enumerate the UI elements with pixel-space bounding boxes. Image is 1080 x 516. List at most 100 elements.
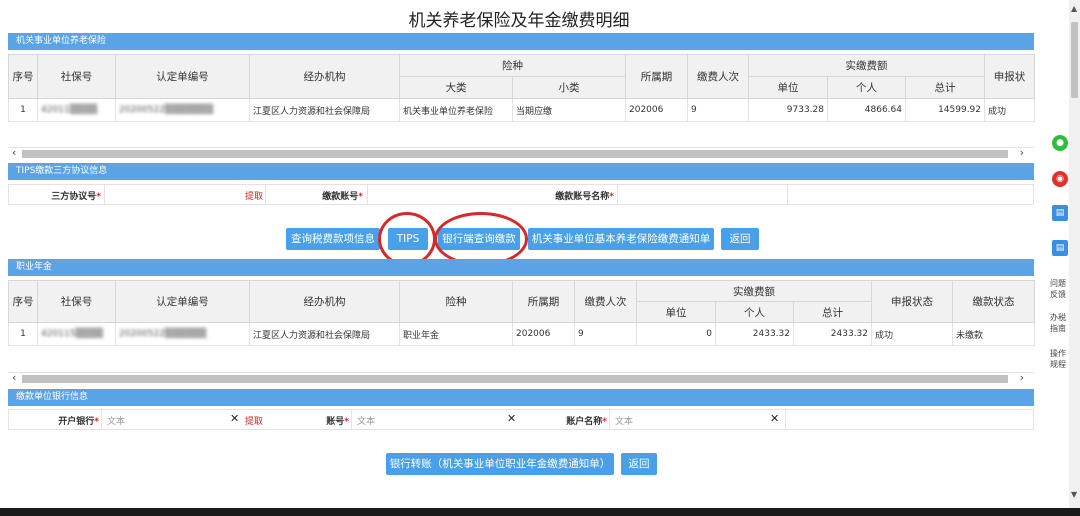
account-name-label: 缴款账号名称*	[555, 192, 614, 202]
cell-report: 成功	[984, 98, 1036, 122]
account-label: 缴款账号*	[322, 192, 363, 202]
cell-period: 202006	[625, 98, 688, 122]
cell-seq: 1	[8, 322, 38, 346]
col-seq: 序号	[8, 54, 38, 99]
cell-pay: 未缴款	[952, 322, 1036, 346]
section-title-pension: 机关事业单位养老保险	[8, 33, 1034, 50]
bank-fetch-link[interactable]: 提取	[245, 414, 263, 427]
tax-guide-link[interactable]: 办税指南	[1050, 312, 1066, 334]
tips-form-row: 三方协议号* 提取 缴款账号* 缴款账号名称*	[8, 184, 1034, 205]
clear-icon[interactable]: ✕	[507, 412, 516, 425]
bank-input[interactable]: 文本 ✕	[101, 410, 241, 429]
pension-table: 序号 社保号 认定单编号 经办机构 险种 所属期 缴费人次 实缴费额 申报状 大…	[8, 54, 1036, 122]
bank-form-row: 开户银行* 文本 ✕ 提取 账号* 文本 ✕ 账户名称* 文本 ✕	[8, 409, 1034, 430]
col-ssn: 社保号	[37, 280, 116, 323]
scroll-right-icon[interactable]: ›	[1020, 146, 1024, 159]
scroll-right-icon[interactable]: ›	[1020, 371, 1024, 384]
cell-cert: 20200522▒▒▒▒▒▒	[115, 322, 250, 346]
col-seq: 序号	[8, 280, 38, 323]
annuity-table: 序号 社保号 认定单编号 经办机构 险种 所属期 缴费人次 实缴费额 申报状态 …	[8, 280, 1036, 346]
section-title-tips: TIPS缴款三方协议信息	[8, 163, 1034, 180]
bank-account-label: 账号*	[326, 417, 349, 427]
vertical-scrollbar-thumb[interactable]	[1071, 22, 1078, 98]
col-pay: 缴款状态	[952, 280, 1036, 323]
scrollbar-thumb[interactable]	[22, 375, 1008, 383]
cell-insurance: 职业年金	[399, 322, 513, 346]
protocol-input[interactable]	[104, 185, 264, 204]
col-count: 缴费人次	[687, 54, 749, 99]
bank-transfer-button[interactable]: 银行转账（机关事业单位职业年金缴费通知单）	[386, 453, 614, 475]
col-actual: 实缴费额	[635, 280, 873, 302]
cell-agency: 江夏区人力资源和社会保障局	[249, 98, 400, 122]
weibo-icon[interactable]: ◉	[1052, 171, 1068, 187]
cell-cert: 20200522▒▒▒▒▒▒▒	[115, 98, 250, 122]
section-title-annuity: 职业年金	[8, 259, 1034, 276]
feedback-link[interactable]: 问题反馈	[1050, 278, 1066, 300]
operation-guide-link[interactable]: 操作规程	[1050, 348, 1066, 370]
col-insurance: 险种	[399, 54, 626, 77]
taskbar	[0, 508, 1080, 516]
table-row[interactable]: 1 420115▒▒▒▒ 20200522▒▒▒▒▒▒ 江夏区人力资源和社会保障…	[8, 322, 1036, 346]
cell-agency: 江夏区人力资源和社会保障局	[249, 322, 400, 346]
back-button-1[interactable]: 返回	[721, 228, 759, 250]
cell-minor: 当期应缴	[512, 98, 626, 122]
cell-period: 202006	[512, 322, 575, 346]
scroll-left-icon[interactable]: ‹	[12, 371, 16, 384]
back-button-2[interactable]: 返回	[621, 453, 657, 475]
section-title-bank: 缴款单位银行信息	[8, 389, 1034, 406]
red-circle-annotation	[378, 212, 436, 266]
protocol-label: 三方协议号*	[51, 192, 101, 202]
app-icon[interactable]: ▤	[1052, 205, 1068, 221]
clear-icon[interactable]: ✕	[770, 412, 779, 425]
cell-personal: 4866.64	[827, 98, 906, 122]
col-cert: 认定单编号	[115, 54, 250, 99]
col-period: 所属期	[625, 54, 688, 99]
bank-account-name-input[interactable]: 文本 ✕	[609, 410, 785, 429]
col-count: 缴费人次	[574, 280, 637, 323]
col-cert: 认定单编号	[115, 280, 250, 323]
cell-unit: 0	[636, 322, 716, 346]
col-agency: 经办机构	[249, 280, 400, 323]
horizontal-scrollbar[interactable]: ‹ ›	[8, 371, 1034, 385]
scroll-left-icon[interactable]: ‹	[12, 146, 16, 159]
page-title: 机关养老保险及年金缴费明细	[408, 11, 630, 31]
clear-icon[interactable]: ✕	[230, 412, 239, 425]
cell-personal: 2433.32	[715, 322, 794, 346]
cell-total: 14599.92	[904, 98, 986, 122]
wechat-icon[interactable]: ●	[1052, 135, 1068, 151]
scroll-down-icon[interactable]: ▼	[1071, 490, 1077, 499]
pension-notice-button[interactable]: 机关事业单位基本养老保险缴费通知单	[528, 228, 714, 250]
col-major: 大类	[399, 76, 513, 99]
col-unit: 单位	[636, 301, 716, 323]
col-total: 总计	[792, 301, 873, 323]
cell-seq: 1	[8, 98, 38, 122]
cell-major: 机关事业单位养老保险	[399, 98, 513, 122]
table-row[interactable]: 1 42011▒▒▒▒ 20200522▒▒▒▒▒▒▒ 江夏区人力资源和社会保障…	[8, 98, 1036, 122]
red-circle-annotation	[434, 212, 528, 266]
cell-total: 2433.32	[792, 322, 873, 346]
col-agency: 经办机构	[249, 54, 400, 99]
col-personal: 个人	[715, 301, 794, 323]
col-total: 总计	[904, 76, 986, 99]
col-minor: 小类	[512, 76, 626, 99]
col-unit: 单位	[748, 76, 828, 99]
protocol-fetch-link[interactable]: 提取	[245, 189, 263, 202]
col-insurance: 险种	[399, 280, 513, 323]
account-input[interactable]	[367, 185, 517, 204]
account-name-label: 账户名称*	[566, 417, 607, 427]
col-report: 申报状态	[871, 280, 954, 323]
cell-ssn: 420115▒▒▒▒	[37, 322, 116, 346]
app-icon[interactable]: ▤	[1052, 240, 1068, 256]
scrollbar-thumb[interactable]	[22, 150, 1008, 158]
horizontal-scrollbar[interactable]: ‹ ›	[8, 146, 1034, 160]
col-ssn: 社保号	[37, 54, 116, 99]
scroll-up-icon[interactable]: ▲	[1071, 4, 1077, 13]
cell-count: 9	[687, 98, 749, 122]
cell-ssn: 42011▒▒▒▒	[37, 98, 116, 122]
query-tax-button[interactable]: 查询税费款项信息	[286, 228, 380, 250]
account-name-input[interactable]	[617, 185, 787, 204]
bank-account-input[interactable]: 文本 ✕	[351, 410, 521, 429]
col-period: 所属期	[512, 280, 575, 323]
bank-label: 开户银行*	[58, 417, 99, 427]
col-report: 申报状	[984, 54, 1036, 99]
